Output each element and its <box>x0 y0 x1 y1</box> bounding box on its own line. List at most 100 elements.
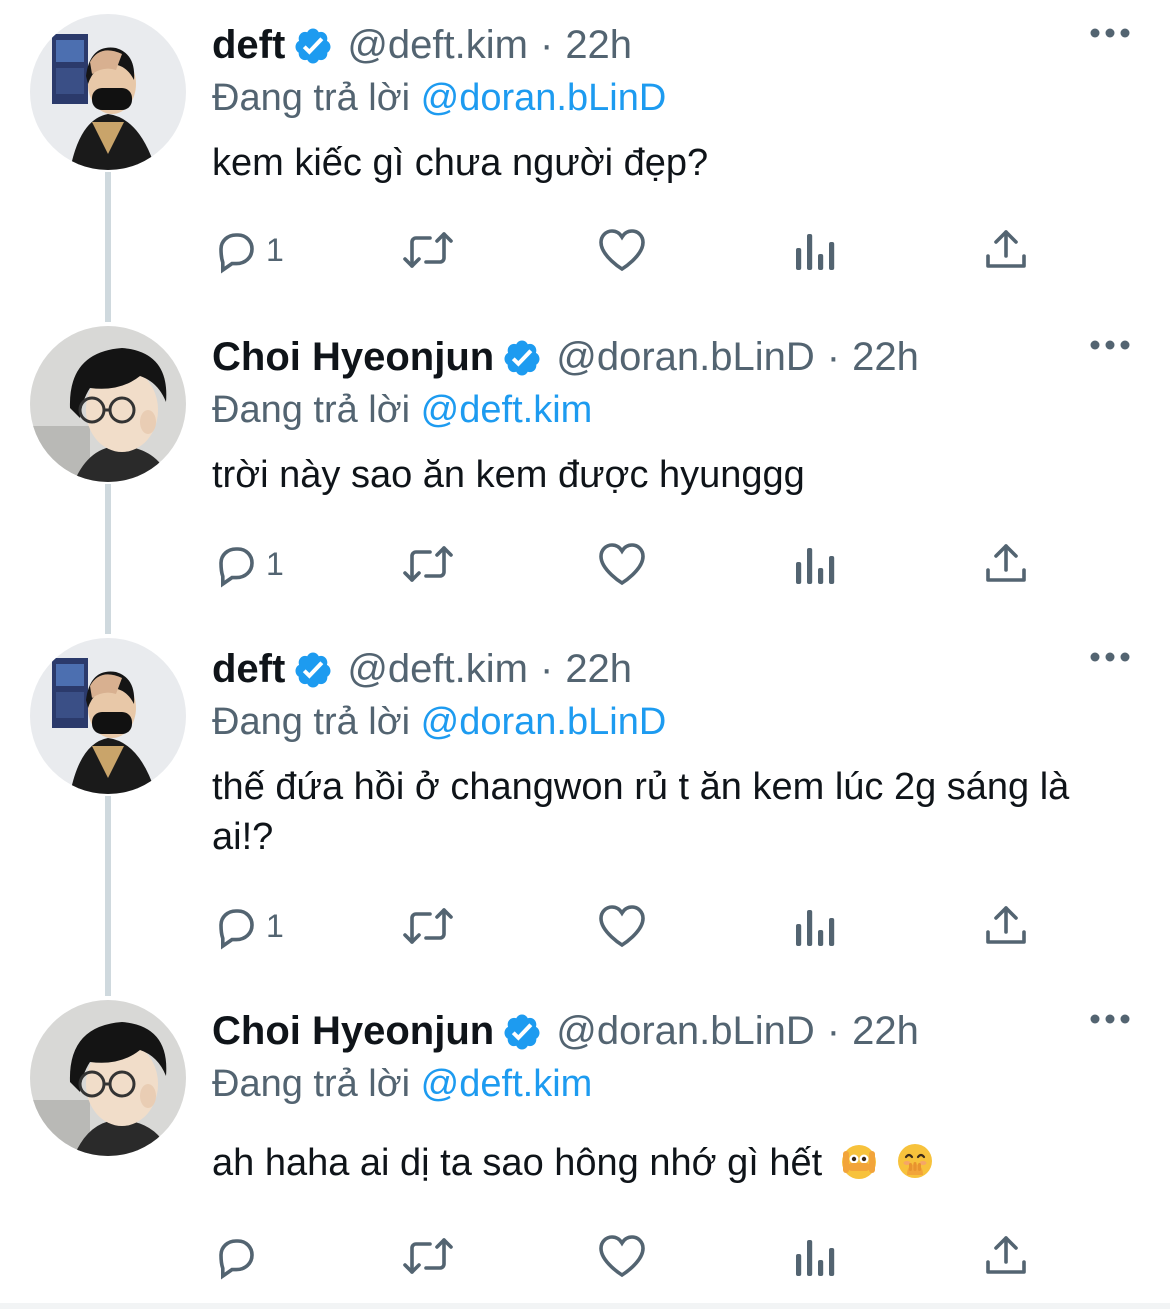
share-icon <box>986 230 1026 268</box>
timestamp[interactable]: 22h <box>565 23 632 68</box>
share-icon <box>986 906 1026 944</box>
retweet-icon <box>403 232 453 268</box>
views-icon <box>796 234 835 270</box>
mention-link[interactable]: @doran.bLinD <box>421 701 667 743</box>
reply-button[interactable]: 1 <box>212 896 284 956</box>
verified-badge-icon <box>293 26 333 66</box>
replying-to: Đang trả lời @doran.bLinD <box>212 74 1112 122</box>
like-icon <box>599 905 645 948</box>
like-button[interactable] <box>596 896 648 956</box>
tweet-actions: 1 <box>212 534 1092 594</box>
author-handle[interactable]: @deft.kim <box>347 23 528 68</box>
views-button[interactable] <box>792 220 836 280</box>
retweet-icon <box>403 1238 453 1274</box>
reply-button[interactable]: 1 <box>212 534 284 594</box>
share-button[interactable] <box>982 1226 1030 1286</box>
verified-badge-icon <box>502 1012 542 1052</box>
tweet[interactable]: Choi Hyeonjun @doran.bLinD · 22h Đang tr… <box>0 986 1170 1303</box>
avatar[interactable] <box>30 14 186 170</box>
author-name[interactable]: deft <box>212 23 285 68</box>
like-button[interactable] <box>596 1226 648 1286</box>
retweet-icon <box>403 546 453 582</box>
reply-count: 1 <box>266 545 284 582</box>
author-handle[interactable]: @doran.bLinD <box>556 335 815 380</box>
reply-count: 1 <box>266 907 284 944</box>
tweet-actions <box>212 1226 1092 1286</box>
face-with-peeking-eye-icon <box>839 1141 879 1181</box>
retweet-button[interactable] <box>400 534 456 594</box>
tweet-text: trời này sao ăn kem được hyunggg <box>212 454 805 496</box>
views-icon <box>796 548 835 584</box>
more-icon[interactable] <box>1090 338 1130 350</box>
reply-button[interactable]: 1 <box>212 220 284 280</box>
like-icon <box>599 543 645 586</box>
like-button[interactable] <box>596 220 648 280</box>
avatar[interactable] <box>30 1000 186 1156</box>
separator-dot: · <box>826 334 841 379</box>
replying-to-label: Đang trả lời <box>212 1063 411 1105</box>
share-button[interactable] <box>982 534 1030 594</box>
replying-to-label: Đang trả lời <box>212 701 411 743</box>
views-button[interactable] <box>792 896 836 956</box>
tweet-actions: 1 <box>212 220 1092 280</box>
tweet[interactable]: Choi Hyeonjun @doran.bLinD · 22h Đang tr… <box>0 312 1170 624</box>
author-name[interactable]: Choi Hyeonjun <box>212 335 494 380</box>
views-button[interactable] <box>792 1226 836 1286</box>
separator-dot: · <box>539 22 554 67</box>
verified-badge-icon <box>502 338 542 378</box>
tweet-thread: deft @deft.kim · 22h Đang trả lời @doran… <box>0 0 1170 1309</box>
author-handle[interactable]: @doran.bLinD <box>556 1009 815 1054</box>
tweet-text: ah haha ai dị ta sao hông nhớ gì hết <box>212 1138 1092 1188</box>
author-name[interactable]: deft <box>212 647 285 692</box>
timestamp[interactable]: 22h <box>852 335 919 380</box>
replying-to: Đang trả lời @deft.kim <box>212 1060 1112 1108</box>
timestamp[interactable]: 22h <box>852 1009 919 1054</box>
mention-link[interactable]: @doran.bLinD <box>421 77 667 119</box>
retweet-button[interactable] <box>400 896 456 956</box>
views-icon <box>796 1240 835 1276</box>
tweet-text: kem kiếc gì chưa người đẹp? <box>212 142 709 184</box>
reply-count: 1 <box>266 231 284 268</box>
more-icon[interactable] <box>1090 650 1130 662</box>
reply-icon <box>219 547 254 588</box>
share-button[interactable] <box>982 220 1030 280</box>
share-icon <box>986 1236 1026 1274</box>
separator-dot: · <box>826 1008 841 1053</box>
reply-icon <box>219 1239 254 1280</box>
timestamp[interactable]: 22h <box>565 647 632 692</box>
views-icon <box>796 910 835 946</box>
author-name[interactable]: Choi Hyeonjun <box>212 1009 494 1054</box>
like-button[interactable] <box>596 534 648 594</box>
replying-to: Đang trả lời @doran.bLinD <box>212 698 1112 746</box>
divider <box>0 1303 1170 1309</box>
more-icon[interactable] <box>1090 1012 1130 1024</box>
share-button[interactable] <box>982 896 1030 956</box>
mention-link[interactable]: @deft.kim <box>421 389 593 431</box>
author-handle[interactable]: @deft.kim <box>347 647 528 692</box>
views-button[interactable] <box>792 534 836 594</box>
face-with-hand-over-mouth-icon <box>895 1141 935 1181</box>
like-icon <box>599 1235 645 1278</box>
tweet[interactable]: deft @deft.kim · 22h Đang trả lời @doran… <box>0 624 1170 986</box>
mention-link[interactable]: @deft.kim <box>421 1063 593 1105</box>
replying-to-label: Đang trả lời <box>212 77 411 119</box>
replying-to-label: Đang trả lời <box>212 389 411 431</box>
tweet-actions: 1 <box>212 896 1092 956</box>
replying-to: Đang trả lời @deft.kim <box>212 386 1112 434</box>
more-icon[interactable] <box>1090 26 1130 38</box>
tweet-text-content: ah haha ai dị ta sao hông nhớ gì hết <box>212 1142 823 1184</box>
tweet[interactable]: deft @deft.kim · 22h Đang trả lời @doran… <box>0 0 1170 312</box>
like-icon <box>599 229 645 272</box>
reply-icon <box>219 233 254 274</box>
retweet-button[interactable] <box>400 220 456 280</box>
separator-dot: · <box>539 646 554 691</box>
avatar[interactable] <box>30 638 186 794</box>
retweet-icon <box>403 908 453 944</box>
reply-icon <box>219 909 254 950</box>
retweet-button[interactable] <box>400 1226 456 1286</box>
verified-badge-icon <box>293 650 333 690</box>
share-icon <box>986 544 1026 582</box>
reply-button[interactable] <box>212 1226 266 1286</box>
tweet-text: thế đứa hồi ở changwon rủ t ăn kem lúc 2… <box>212 766 1070 858</box>
avatar[interactable] <box>30 326 186 482</box>
